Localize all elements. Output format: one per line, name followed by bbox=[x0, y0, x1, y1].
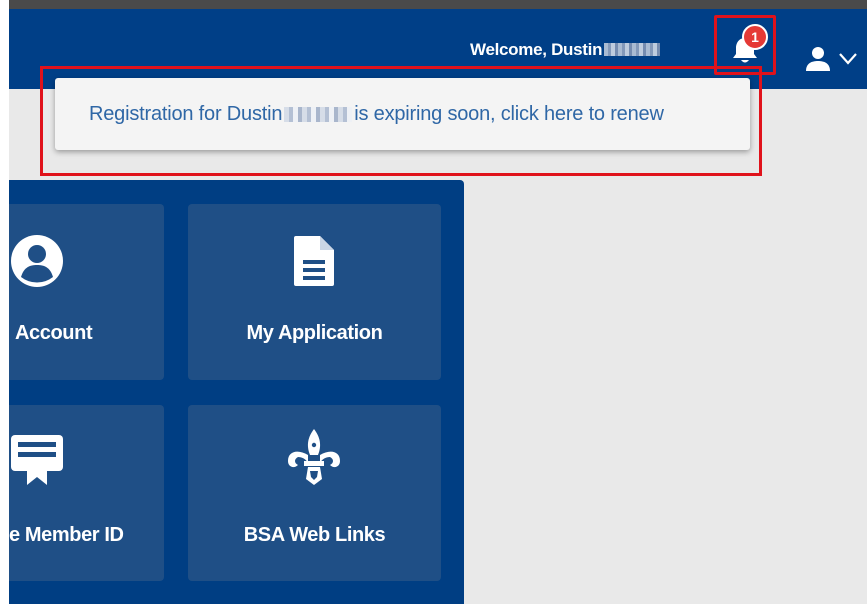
id-card-icon bbox=[11, 435, 63, 485]
tile-bsa-web-links[interactable]: BSA Web Links bbox=[188, 405, 441, 581]
tile-label: e Member ID bbox=[9, 524, 124, 546]
chevron-down-icon bbox=[839, 53, 857, 65]
user-circle-icon bbox=[11, 235, 63, 287]
welcome-message: Welcome, Dustin bbox=[470, 40, 661, 60]
welcome-text: Welcome, Dustin bbox=[470, 40, 603, 59]
tile-my-account[interactable]: Account bbox=[9, 204, 164, 380]
notification-count-badge: 1 bbox=[742, 24, 768, 50]
redacted-name bbox=[604, 43, 661, 56]
document-icon bbox=[294, 236, 334, 286]
notification-highlight-box bbox=[40, 66, 762, 176]
window-left-edge bbox=[0, 0, 9, 604]
tile-label: My Application bbox=[246, 322, 383, 344]
tile-my-application[interactable]: My Application bbox=[188, 204, 441, 380]
bsa-fleur-de-lis-icon bbox=[288, 429, 340, 485]
tile-label: BSA Web Links bbox=[243, 524, 386, 546]
user-icon bbox=[806, 47, 830, 71]
user-menu-button[interactable] bbox=[804, 45, 864, 75]
dashboard-panel: Account My Application e Member ID BSA W… bbox=[9, 180, 464, 604]
tile-member-id[interactable]: e Member ID bbox=[9, 405, 164, 581]
tile-label: Account bbox=[15, 322, 93, 344]
window-top-edge bbox=[0, 0, 867, 9]
